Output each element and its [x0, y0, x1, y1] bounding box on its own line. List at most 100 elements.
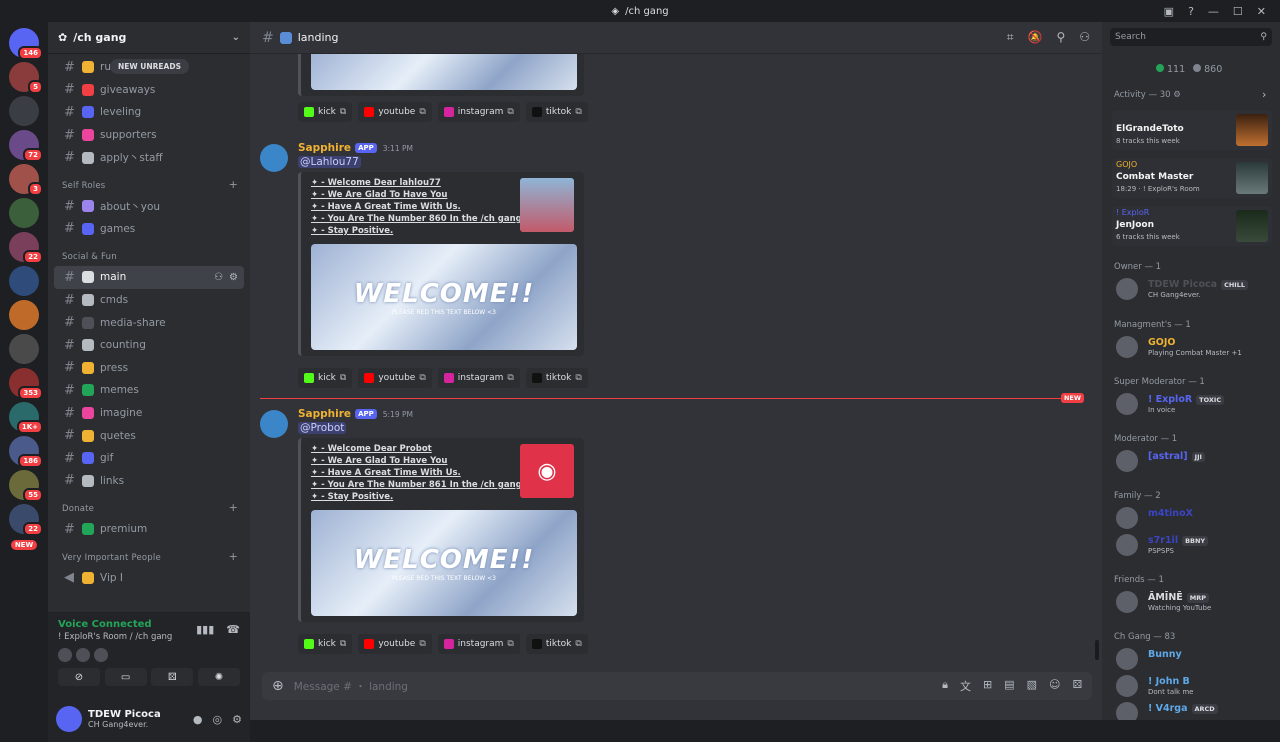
- add-channel-icon[interactable]: +: [229, 178, 238, 191]
- author-name[interactable]: Sapphire: [298, 408, 351, 420]
- kick-link-button[interactable]: kick ⧉: [298, 368, 353, 388]
- youtube-link-button[interactable]: youtube ⧉: [358, 368, 432, 388]
- member-item[interactable]: ! ExploR TOXIC In voice: [1116, 391, 1276, 417]
- signal-icon[interactable]: ▮▮▮: [196, 623, 214, 636]
- member-item[interactable]: m4tinoX: [1116, 505, 1276, 531]
- members-icon[interactable]: ⚇: [1079, 30, 1090, 45]
- server-icon[interactable]: 5: [9, 62, 43, 94]
- emoji-icon[interactable]: ☺: [1049, 678, 1060, 694]
- channel-leveling[interactable]: # leveling: [54, 101, 244, 124]
- server-icon[interactable]: 22: [9, 504, 43, 536]
- message-input[interactable]: Message # ・ landing: [294, 679, 408, 694]
- channel-links[interactable]: # links: [54, 470, 244, 493]
- server-icon[interactable]: [9, 266, 39, 296]
- welcome-banner[interactable]: WELCOME!! PLEASE RED THIS TEXT BELOW <3: [311, 510, 577, 616]
- activity-header[interactable]: Activity — 30 ⚙: [1114, 90, 1181, 100]
- avatar[interactable]: [260, 144, 288, 172]
- server-icon[interactable]: 3: [9, 164, 43, 196]
- youtube-link-button[interactable]: youtube ⧉: [358, 634, 432, 654]
- minimize-button[interactable]: —: [1208, 5, 1219, 18]
- headphones-icon[interactable]: ◎: [213, 713, 223, 726]
- add-channel-icon[interactable]: +: [229, 550, 238, 563]
- user-name[interactable]: TDEW Picoca: [88, 709, 161, 720]
- member-item[interactable]: ĀMĪNĒ MRP Watching YouTube: [1116, 589, 1276, 615]
- category-vip[interactable]: Very Important People +: [48, 541, 250, 567]
- notification-bell-icon[interactable]: 🔕: [1027, 30, 1042, 45]
- camera-off-button[interactable]: ⊘: [58, 668, 100, 686]
- user-mention[interactable]: @Probot: [298, 422, 347, 434]
- add-channel-icon[interactable]: +: [229, 501, 238, 514]
- inbox-icon[interactable]: ▣: [1164, 5, 1174, 18]
- search-input[interactable]: Search ⚲: [1110, 28, 1272, 46]
- guild-header[interactable]: ✿ /ch gang ⌄: [48, 22, 250, 54]
- pin-icon[interactable]: ⚲: [1056, 30, 1065, 45]
- channel-premium[interactable]: # premium: [54, 518, 244, 541]
- category-self-roles[interactable]: Self Roles +: [48, 169, 250, 195]
- screen-share-button[interactable]: ▭: [104, 668, 147, 686]
- apps-icon[interactable]: ⚄: [1072, 678, 1082, 694]
- server-icon[interactable]: 72: [9, 130, 43, 162]
- member-item[interactable]: TDEW Picoca CHILL CH Gang4ever.: [1116, 276, 1276, 302]
- member-item[interactable]: Bunny: [1116, 646, 1276, 672]
- instagram-link-button[interactable]: instagram ⧉: [437, 634, 520, 654]
- channel-gif[interactable]: # gif: [54, 447, 244, 470]
- soundboard-button[interactable]: ✺: [197, 668, 240, 686]
- server-icon[interactable]: [9, 334, 39, 364]
- tiktok-link-button[interactable]: tiktok ⧉: [525, 368, 588, 388]
- server-icon[interactable]: [9, 198, 39, 228]
- microphone-icon[interactable]: ●: [193, 713, 203, 726]
- avatar[interactable]: [58, 648, 72, 662]
- user-mention[interactable]: @Lahlou77: [298, 156, 361, 168]
- activity-card[interactable]: GOJO Combat Master 18:29 · ! ExploR's Ro…: [1112, 158, 1272, 198]
- channel-memes[interactable]: # memes: [54, 379, 244, 402]
- channel-imagine[interactable]: # imagine: [54, 402, 244, 425]
- add-attachment-icon[interactable]: ⊕: [272, 678, 284, 694]
- server-icon[interactable]: [9, 96, 39, 126]
- channel-supporters[interactable]: # supporters: [54, 124, 244, 147]
- avatar[interactable]: [260, 410, 288, 438]
- kick-link-button[interactable]: kick ⧉: [298, 102, 353, 122]
- chevron-right-icon[interactable]: ›: [1262, 88, 1266, 101]
- gif-icon[interactable]: ▤: [1004, 678, 1014, 694]
- server-icon[interactable]: 22: [9, 232, 43, 264]
- server-icon[interactable]: 186: [9, 436, 43, 468]
- gear-icon[interactable]: ⚙: [232, 713, 242, 726]
- new-unreads-pill[interactable]: NEW UNREADS: [110, 59, 189, 74]
- close-button[interactable]: ✕: [1257, 5, 1266, 18]
- instagram-link-button[interactable]: instagram ⧉: [437, 368, 520, 388]
- channel-games[interactable]: # games: [54, 218, 244, 241]
- avatar[interactable]: [94, 648, 108, 662]
- member-item[interactable]: [astral] JJI: [1116, 448, 1276, 474]
- instagram-link-button[interactable]: instagram ⧉: [437, 102, 520, 122]
- gear-icon[interactable]: ⚙: [229, 272, 238, 283]
- discord-logo-icon[interactable]: ◉: [520, 444, 574, 498]
- channel-main[interactable]: # main ⚇ ⚙: [54, 266, 244, 289]
- chat-scrollbar[interactable]: [1095, 640, 1099, 660]
- tiktok-link-button[interactable]: tiktok ⧉: [525, 634, 588, 654]
- channel-quetes[interactable]: # quetes: [54, 424, 244, 447]
- avatar[interactable]: [56, 706, 82, 732]
- youtube-link-button[interactable]: youtube ⧉: [358, 102, 432, 122]
- author-name[interactable]: Sapphire: [298, 142, 351, 154]
- category-donate[interactable]: Donate +: [48, 492, 250, 518]
- sticker-icon[interactable]: ▧: [1027, 678, 1037, 694]
- invite-icon[interactable]: ⚇: [214, 272, 223, 283]
- category-social-fun[interactable]: Social & Fun: [48, 240, 250, 266]
- new-servers-pill[interactable]: NEW: [10, 540, 38, 550]
- welcome-banner[interactable]: [311, 54, 577, 90]
- embed-thumbnail[interactable]: [520, 178, 574, 232]
- threads-icon[interactable]: ⌗: [1007, 30, 1014, 45]
- server-icon[interactable]: 1K+: [9, 402, 43, 434]
- channel-cmds[interactable]: # cmds: [54, 289, 244, 312]
- member-item[interactable]: s7r1il BBNY PSPSPS: [1116, 532, 1276, 558]
- home-button[interactable]: 146: [9, 28, 43, 60]
- server-icon[interactable]: [9, 300, 39, 330]
- translate-icon[interactable]: 文: [960, 678, 971, 694]
- message-composer[interactable]: ⊕ Message # ・ landing 🔒︎ 文 ⊞ ▤ ▧ ☺ ⚄: [262, 672, 1092, 700]
- maximize-button[interactable]: ☐: [1233, 5, 1243, 18]
- server-icon[interactable]: 55: [9, 470, 43, 502]
- activity-card[interactable]: ! ExploR JenJoon 6 tracks this week: [1112, 206, 1272, 246]
- help-icon[interactable]: ?: [1188, 5, 1194, 18]
- activity-card[interactable]: ElGrandeToto 8 tracks this week: [1112, 110, 1272, 150]
- lock-icon[interactable]: 🔒︎: [942, 678, 948, 694]
